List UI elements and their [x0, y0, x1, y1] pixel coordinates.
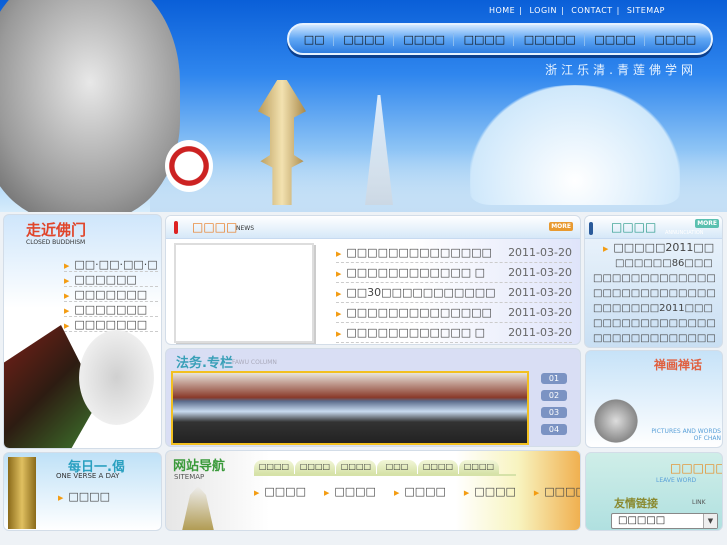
announcement-header: □□□□ ANNUNCIATION MORE — [585, 216, 722, 239]
more-button[interactable]: MORE — [695, 219, 719, 228]
sitemap-panel: 网站导航 SITEMAP □□□□ □□□□ □□□□ □□□ □□□□ □□□□ ▶ □□… — [165, 450, 581, 531]
news-list: ▶ □□□□□□□□□□□□□□ 2011-03-20 ▶ □□□□□□□□□□□□ … — [336, 243, 572, 343]
slide-tab-4[interactable]: 04 — [541, 424, 567, 435]
pagoda-image — [182, 486, 214, 530]
news-item[interactable]: ▶ □□□□□□□□□□□□ □ 2011-03-20 — [336, 323, 572, 343]
title-marker-icon — [589, 222, 593, 235]
title-marker-icon — [174, 221, 178, 234]
list-item[interactable]: ▶ □□□□□□□ — [64, 287, 158, 302]
panel-title: 网站导航 — [173, 459, 226, 474]
login-link[interactable]: LOGIN — [529, 6, 557, 15]
sitemap-link[interactable]: ▶□□□□ — [464, 485, 516, 498]
slide-tab-2[interactable]: 02 — [541, 390, 567, 401]
calligraphy-image — [79, 330, 154, 425]
links-title: 友情链接 — [614, 497, 658, 510]
panel-subtitle: ONE VERSE A DAY — [56, 472, 120, 480]
news-item[interactable]: ▶ □□□□□□□□□□□□□□ 2011-03-20 — [336, 243, 572, 263]
message-links-panel: □□□□□ LEAVE WORD 友情链接 LINK □□□□□ ▼ — [585, 452, 723, 531]
news-panel: □□□□ NEWS MORE ▶ □□□□□□□□□□□□□□ 2011-03-20… — [165, 215, 581, 345]
buddha-statue-image — [8, 457, 36, 529]
logo-seal — [165, 140, 213, 192]
nav-item[interactable]: □□□□ — [335, 32, 394, 46]
list-item[interactable]: ▶ □□□□□□ — [64, 272, 158, 287]
sitemap-links: ▶□□□□ ▶□□□□ ▶□□□□ ▶□□□□ ▶□□□□ — [254, 485, 580, 498]
panel-subtitle: CLOSED BUDDHISM — [26, 239, 86, 246]
panel-subtitle: ANNUNCIATION — [665, 230, 704, 236]
top-links: HOME | LOGIN | CONTACT | SITEMAP — [488, 6, 665, 15]
announcement-panel: □□□□ ANNUNCIATION MORE ▶ □□□□□2011□□ □□□□… — [584, 215, 723, 348]
nav-item[interactable]: □□□□ — [456, 32, 515, 46]
more-button[interactable]: MORE — [549, 222, 573, 231]
site-slogan: 浙江乐清.青莲佛学网 — [545, 63, 697, 77]
sitemap-tab[interactable]: □□□□ — [336, 460, 376, 474]
panel-title: 走近佛门 — [26, 221, 87, 239]
sitemap-link[interactable]: ▶□□□□ — [394, 485, 446, 498]
sitemap-link[interactable]: SITEMAP — [627, 6, 665, 15]
nav-item[interactable]: □□□□ — [647, 33, 705, 46]
panel-subtitle: NEWS — [236, 225, 255, 232]
sitemap-tab[interactable]: □□□ — [377, 460, 417, 474]
slideshow-image[interactable] — [171, 371, 529, 445]
leave-word-link[interactable]: □□□□□ — [670, 461, 722, 475]
announcement-body: □□□□□□86□□□□□□□□□□□□□□□□□□□□□□□□□□□□□□□□… — [593, 258, 716, 344]
friend-links-select[interactable]: □□□□□ ▼ — [611, 513, 718, 529]
main-nav: □□ □□□□ □□□□ □□□□ □□□□□ □□□□ □□□□ — [287, 23, 713, 55]
sitemap-tab[interactable]: □□□□ — [459, 460, 499, 474]
slide-tabs: 01 02 03 04 — [541, 373, 567, 441]
home-link[interactable]: HOME — [489, 6, 515, 15]
sitemap-link[interactable]: ▶□□□□ — [534, 485, 580, 498]
daily-verse-panel: 每日一.偈 ONE VERSE A DAY ▶ □□□□ — [3, 452, 162, 531]
fawu-column-panel: 法务.专栏 FAWU COLUMN 01 02 03 04 — [165, 348, 581, 447]
panel-title: 法务.专栏 — [176, 356, 233, 371]
slide-tab-3[interactable]: 03 — [541, 407, 567, 418]
nav-item[interactable]: □□□□ — [586, 32, 645, 46]
sitemap-tabs: □□□□ □□□□ □□□□ □□□ □□□□ □□□□ — [254, 459, 516, 476]
nav-item[interactable]: □□ — [296, 32, 334, 46]
chevron-down-icon[interactable]: ▼ — [703, 514, 717, 528]
panel-subtitle: LEAVE WORD — [656, 477, 697, 484]
monk-image — [591, 396, 641, 446]
panel-subtitle: SITEMAP — [174, 473, 205, 481]
sitemap-tab[interactable]: □□□□ — [295, 460, 335, 474]
contact-link[interactable]: CONTACT — [571, 6, 612, 15]
news-item[interactable]: ▶ □□□□□□□□□□□□□□ 2011-03-20 — [336, 303, 572, 323]
panel-subtitle: PICTURES AND WORDS OF CHAN — [651, 428, 721, 442]
sitemap-tab[interactable]: □□□□ — [254, 460, 294, 474]
buddhism-intro-panel: 走近佛门 CLOSED BUDDHISM ▶ □□·□□·□□·□ ▶ □□□□□□… — [3, 214, 162, 449]
slide-tab-1[interactable]: 01 — [541, 373, 567, 384]
lotus-image — [470, 85, 680, 205]
panel-subtitle: FAWU COLUMN — [232, 359, 277, 366]
panel-title: □□□□ — [192, 220, 238, 234]
panel-title: □□□□ — [611, 220, 657, 234]
header-banner: HOME | LOGIN | CONTACT | SITEMAP □□ □□□□ □□… — [0, 0, 727, 212]
list-item[interactable]: ▶ □□□□□□□ — [64, 302, 158, 317]
news-item[interactable]: ▶ □□30□□□□□□□□□□□ 2011-03-20 — [336, 283, 572, 303]
news-header: □□□□ NEWS MORE — [166, 216, 580, 239]
links-subtitle: LINK — [692, 499, 706, 506]
sitemap-link[interactable]: ▶□□□□ — [324, 485, 376, 498]
buddha-image — [0, 0, 180, 212]
news-image — [174, 243, 314, 343]
verse-item[interactable]: ▶ □□□□ — [58, 490, 110, 503]
sitemap-link[interactable]: ▶□□□□ — [254, 485, 306, 498]
announcement-heading[interactable]: ▶ □□□□□2011□□ — [603, 241, 714, 254]
nav-item[interactable]: □□□□ — [395, 32, 454, 46]
news-item[interactable]: ▶ □□□□□□□□□□□□ □ 2011-03-20 — [336, 263, 572, 283]
nav-item[interactable]: □□□□□ — [516, 32, 585, 46]
sitemap-tab[interactable]: □□□□ — [418, 460, 458, 474]
chan-panel[interactable]: 禅画禅话 PICTURES AND WORDS OF CHAN — [585, 350, 723, 448]
intro-list: ▶ □□·□□·□□·□ ▶ □□□□□□ ▶ □□□□□□□ ▶ □□□□□□□ ▶ □… — [64, 257, 158, 332]
panel-title: 禅画禅话 — [654, 358, 703, 372]
list-item[interactable]: ▶ □□·□□·□□·□ — [64, 257, 158, 272]
